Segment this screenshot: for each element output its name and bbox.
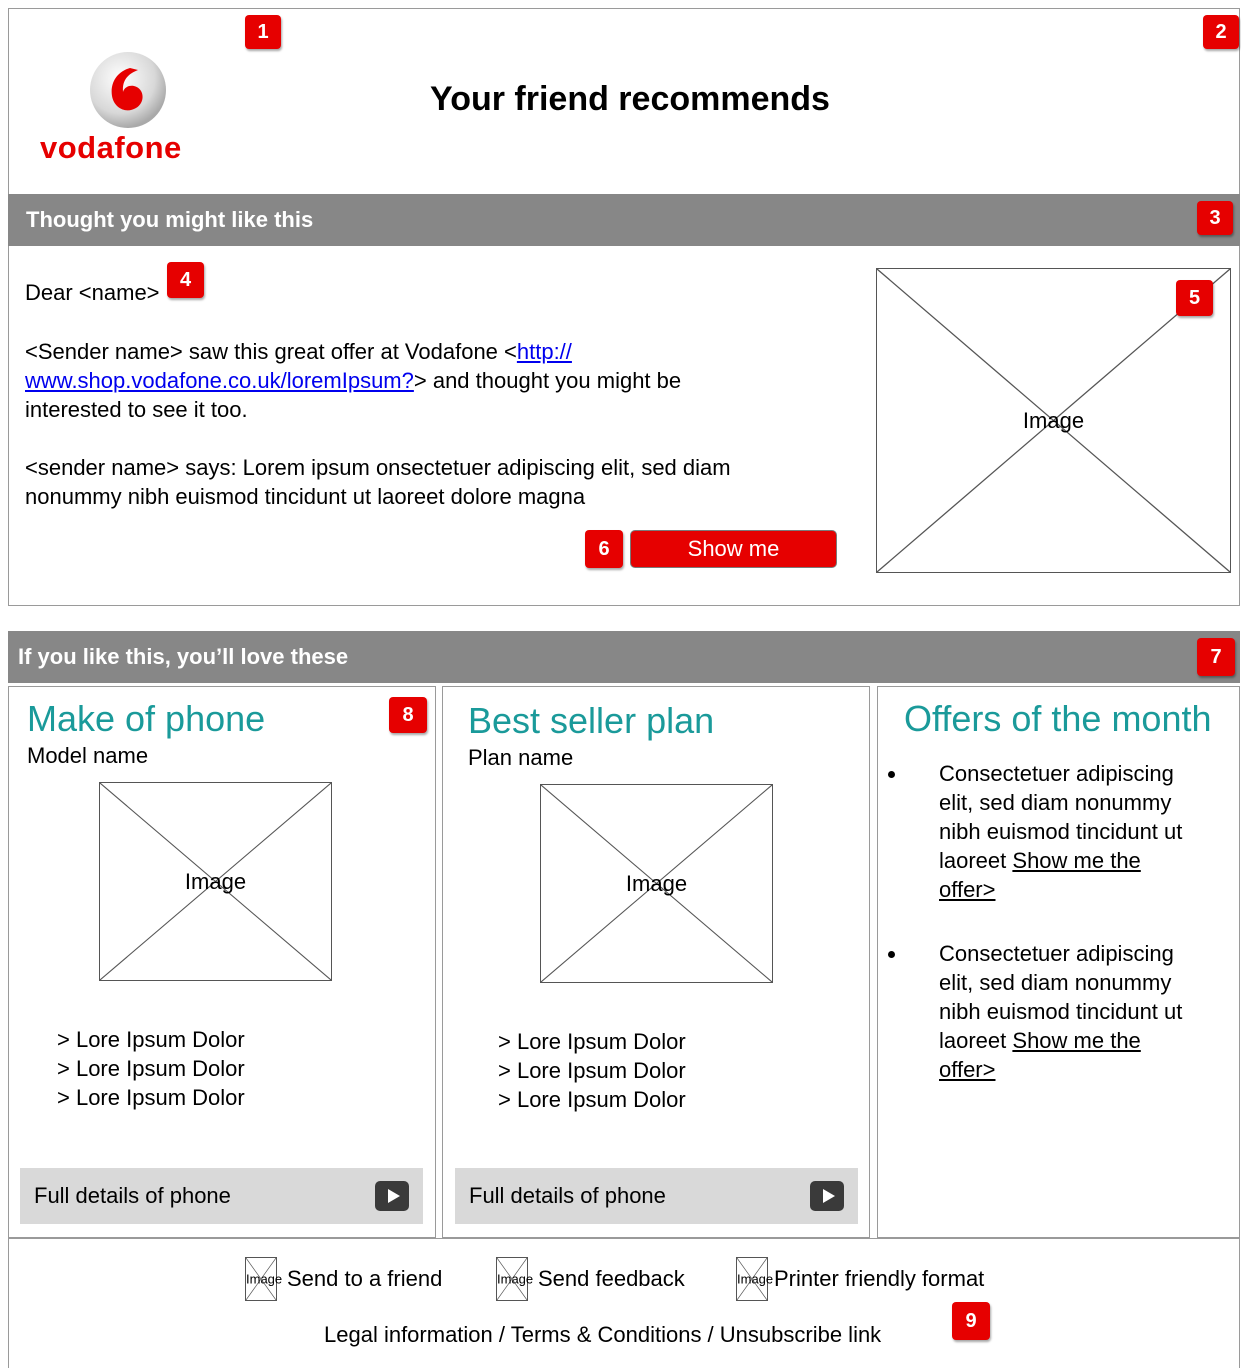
send-feedback-image: Image xyxy=(496,1257,534,1301)
offer-link-line1[interactable]: http:// xyxy=(517,339,572,364)
list-item: > Lore Ipsum Dolor xyxy=(498,1058,686,1083)
printer-friendly-link[interactable]: Image Printer friendly format xyxy=(736,1256,984,1302)
list-item: > Lore Ipsum Dolor xyxy=(498,1029,686,1054)
phone-make-heading: Make of phone xyxy=(27,698,266,739)
offer-image-label: Image xyxy=(1022,407,1085,433)
annotation-badge-9: 9 xyxy=(952,1302,990,1340)
annotation-badge-6: 6 xyxy=(585,530,623,568)
offer-text-line: laoreet xyxy=(939,848,1013,873)
image-placeholder-label: Image xyxy=(497,1271,534,1287)
play-arrow-icon xyxy=(810,1181,844,1211)
phone-model-name: Model name xyxy=(27,743,149,768)
show-offer-link[interactable]: Show me the xyxy=(1012,1028,1140,1053)
show-offer-link-cont[interactable]: offer> xyxy=(939,877,995,902)
intro-bar-title: Thought you might like this xyxy=(26,207,314,232)
image-placeholder-label: Image xyxy=(246,1271,283,1287)
plan-image-label: Image xyxy=(625,870,688,896)
offer-text-line: laoreet xyxy=(939,1028,1013,1053)
intro-section-bar: Thought you might like this xyxy=(8,194,1240,246)
offer-text-line: nibh euismod tincidunt ut xyxy=(939,999,1183,1024)
intro-p2-line2: nonummy nibh euismod tincidunt ut laoree… xyxy=(25,484,586,509)
intro-paragraph-2: <sender name> says: Lorem ipsum onsectet… xyxy=(25,453,835,511)
vodafone-logo[interactable]: vodafone xyxy=(40,50,215,165)
annotation-badge-7: 7 xyxy=(1197,638,1235,676)
send-to-friend-link[interactable]: Image Send to a friend xyxy=(245,1256,442,1302)
plan-heading: Best seller plan xyxy=(468,700,715,741)
plan-details-button[interactable]: Full details of phone xyxy=(455,1168,858,1224)
offer-text-line: Consectetuer adipiscing xyxy=(939,941,1174,966)
offer-text-line: Consectetuer adipiscing xyxy=(939,761,1174,786)
phone-details-label: Full details of phone xyxy=(34,1183,231,1208)
annotation-badge-4: 4 xyxy=(167,262,204,298)
send-friend-image: Image xyxy=(245,1257,283,1301)
annotation-badge-8: 8 xyxy=(389,697,427,733)
list-item: > Lore Ipsum Dolor xyxy=(498,1087,686,1112)
phone-image: Image xyxy=(99,782,332,981)
intro-p1-text-b: > and thought you might be xyxy=(413,368,682,393)
send-feedback-link[interactable]: Image Send feedback xyxy=(496,1256,685,1302)
printer-friendly-label: Printer friendly format xyxy=(774,1266,985,1291)
send-feedback-label: Send feedback xyxy=(538,1266,685,1291)
phone-image-label: Image xyxy=(184,868,247,894)
offer-item: Consectetuer adipiscing elit, sed diam n… xyxy=(888,759,1228,904)
list-item: > Lore Ipsum Dolor xyxy=(57,1027,245,1052)
offers-heading: Offers of the month xyxy=(904,698,1212,739)
annotation-badge-3: 3 xyxy=(1197,201,1233,235)
annotation-badge-5: 5 xyxy=(1176,280,1213,316)
related-section-bar: If you like this, you’ll love these xyxy=(8,631,1240,683)
phone-details-button[interactable]: Full details of phone xyxy=(20,1168,423,1224)
offer-item: Consectetuer adipiscing elit, sed diam n… xyxy=(888,939,1228,1084)
send-friend-label: Send to a friend xyxy=(287,1266,443,1291)
bullet-icon xyxy=(888,951,895,958)
plan-name: Plan name xyxy=(468,745,574,770)
intro-p2-line1: <sender name> says: Lorem ipsum onsectet… xyxy=(25,455,731,480)
offer-text-line: nibh euismod tincidunt ut xyxy=(939,819,1183,844)
offer-text-line: elit, sed diam nonummy xyxy=(939,970,1172,995)
intro-paragraph-1: <Sender name> saw this great offer at Vo… xyxy=(25,337,835,424)
list-item: > Lore Ipsum Dolor xyxy=(57,1056,245,1081)
list-item: > Lore Ipsum Dolor xyxy=(57,1085,245,1110)
intro-p1-text-a: <Sender name> saw this great offer at Vo… xyxy=(25,339,517,364)
vodafone-wordmark: vodafone xyxy=(40,130,182,165)
intro-p1-line3: interested to see it too. xyxy=(25,397,248,422)
plan-image: Image xyxy=(540,784,773,983)
vodafone-speechmark-icon xyxy=(90,52,166,128)
printer-friendly-image: Image xyxy=(736,1257,774,1301)
show-offer-link[interactable]: Show me the xyxy=(1012,848,1140,873)
plan-details-label: Full details of phone xyxy=(469,1183,666,1208)
plan-features-list: > Lore Ipsum Dolor > Lore Ipsum Dolor > … xyxy=(498,1027,686,1114)
legal-links[interactable]: Legal information / Terms & Conditions /… xyxy=(324,1322,881,1348)
offer-link-line2[interactable]: www.shop.vodafone.co.uk/loremIpsum? xyxy=(25,368,414,393)
bullet-icon xyxy=(888,771,895,778)
related-bar-title: If you like this, you’ll love these xyxy=(18,644,349,669)
offer-text-line: elit, sed diam nonummy xyxy=(939,790,1172,815)
show-me-button[interactable]: Show me xyxy=(630,530,837,568)
image-placeholder-label: Image xyxy=(737,1271,774,1287)
page-title: Your friend recommends xyxy=(430,80,830,118)
annotation-badge-2: 2 xyxy=(1203,15,1239,49)
annotation-badge-1: 1 xyxy=(245,15,281,49)
greeting-text: Dear <name> xyxy=(25,280,160,305)
show-offer-link-cont[interactable]: offer> xyxy=(939,1057,995,1082)
show-me-button-label: Show me xyxy=(687,536,780,561)
phone-features-list: > Lore Ipsum Dolor > Lore Ipsum Dolor > … xyxy=(57,1025,245,1112)
play-arrow-icon xyxy=(375,1181,409,1211)
